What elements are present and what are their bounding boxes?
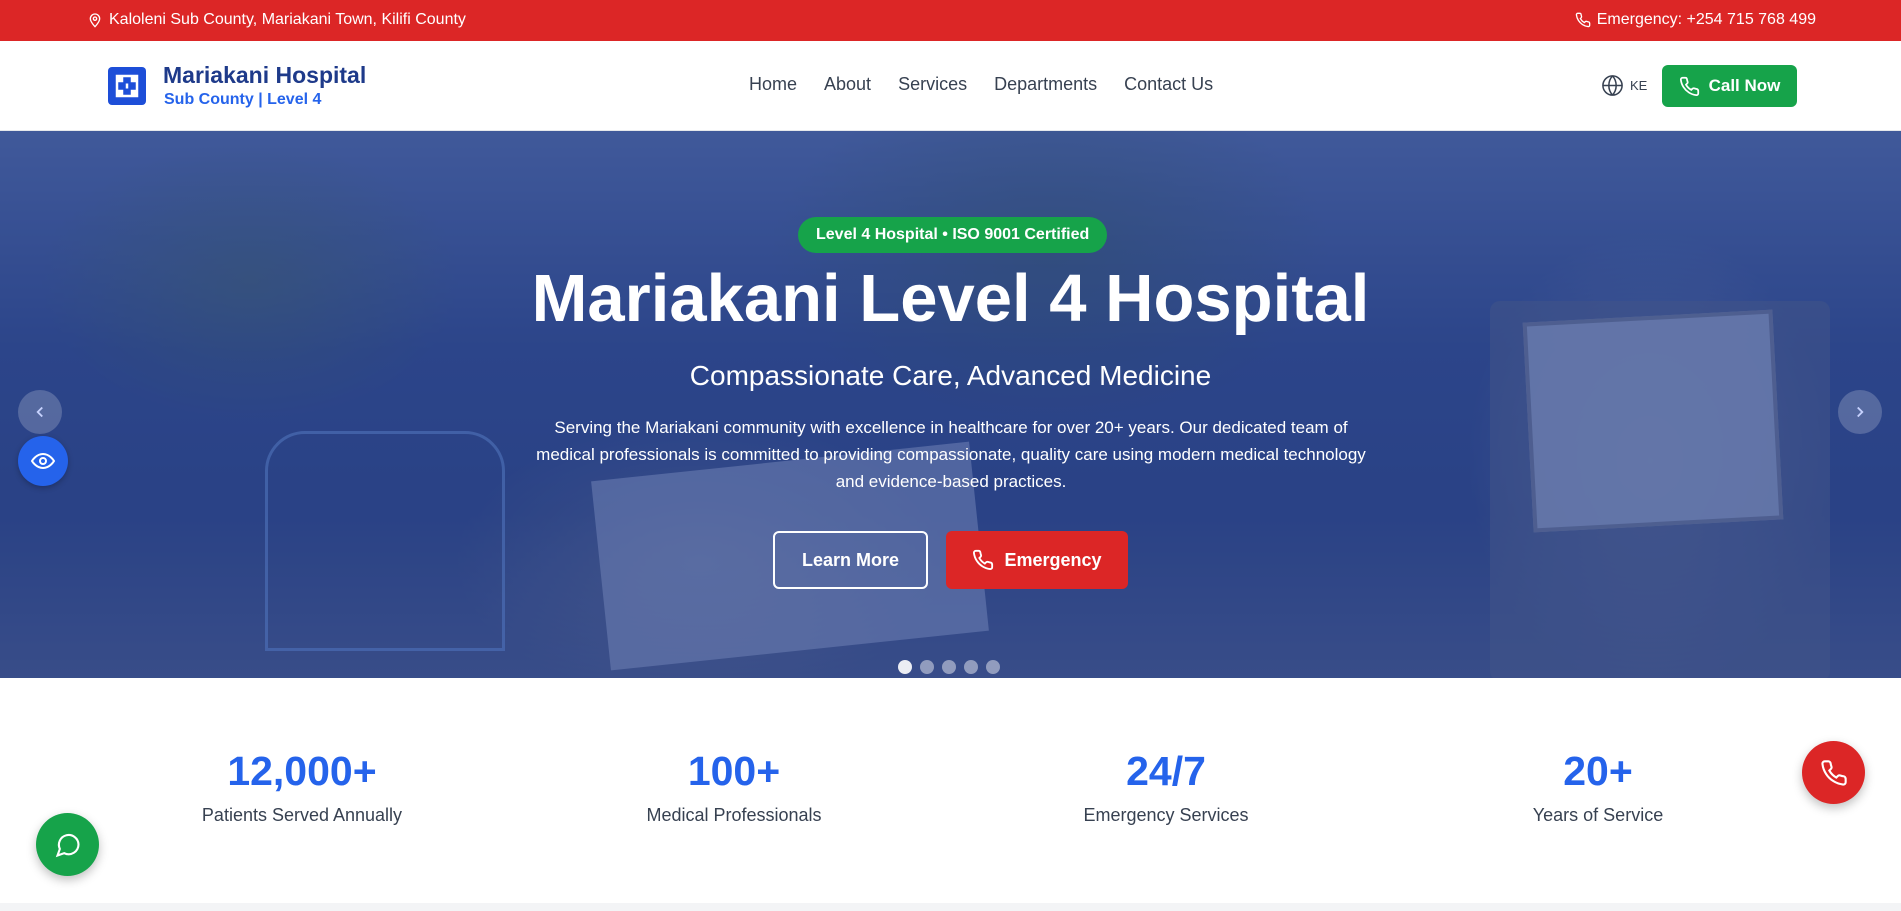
language-switcher[interactable]: KE (1601, 74, 1647, 97)
slide-dot-2[interactable] (920, 660, 934, 674)
stat-label: Medical Professionals (646, 805, 822, 825)
slide-indicators (898, 660, 1000, 674)
location-text: Kaloleni Sub County, Mariakani Town, Kil… (109, 11, 466, 28)
section-divider (0, 903, 1901, 911)
site-header: Mariakani Hospital Sub County | Level 4 … (0, 41, 1901, 131)
location-info: Kaloleni Sub County, Mariakani Town, Kil… (87, 11, 466, 29)
stat-emergency: 24/7 Emergency Services (1016, 748, 1316, 826)
call-now-label: Call Now (1708, 76, 1781, 95)
map-pin-icon (89, 13, 101, 28)
emergency-contact[interactable]: Emergency: +254 715 768 499 (1575, 11, 1816, 29)
stat-label: Years of Service (1532, 805, 1664, 825)
language-code: KE (1630, 78, 1648, 93)
stat-value: 12,000+ (227, 748, 377, 794)
accessibility-button[interactable] (18, 436, 68, 486)
stat-label: Patients Served Annually (201, 805, 403, 825)
floating-call-button[interactable] (1802, 741, 1865, 804)
learn-more-button[interactable]: Learn More (773, 531, 928, 589)
certification-badge: Level 4 Hospital • ISO 9001 Certified (798, 217, 1108, 253)
stat-label: Emergency Services (1083, 805, 1249, 825)
nav-services[interactable]: Services (898, 74, 967, 95)
brand-title[interactable]: Mariakani Hospital (163, 62, 366, 89)
hospital-logo-icon[interactable] (108, 67, 146, 105)
slide-dot-4[interactable] (964, 660, 978, 674)
next-slide-button[interactable] (1838, 390, 1882, 434)
stat-professionals: 100+ Medical Professionals (584, 748, 884, 826)
stats-section: 12,000+ Patients Served Annually 100+ Me… (0, 678, 1901, 903)
emergency-label: Emergency (1004, 549, 1102, 570)
call-now-button[interactable]: Call Now (1662, 65, 1797, 107)
emergency-number: Emergency: +254 715 768 499 (1596, 11, 1816, 28)
hero-description: Serving the Mariakani community with exc… (536, 418, 1366, 491)
top-bar: Kaloleni Sub County, Mariakani Town, Kil… (0, 0, 1901, 41)
hero-content: Level 4 Hospital • ISO 9001 Certified Ma… (0, 131, 1901, 678)
eye-icon (31, 452, 55, 470)
phone-icon (1679, 76, 1699, 96)
slide-dot-3[interactable] (942, 660, 956, 674)
hero-slider: Level 4 Hospital • ISO 9001 Certified Ma… (0, 131, 1901, 678)
hero-tagline: Compassionate Care, Advanced Medicine (689, 360, 1212, 391)
chevron-right-icon (1857, 406, 1864, 418)
stat-patients: 12,000+ Patients Served Annually (152, 748, 452, 826)
chat-icon (55, 833, 80, 857)
nav-about[interactable]: About (824, 74, 871, 95)
slide-dot-1[interactable] (898, 660, 912, 674)
hero-title: Mariakani Level 4 Hospital (531, 261, 1370, 336)
emergency-button[interactable]: Emergency (946, 531, 1128, 589)
nav-departments[interactable]: Departments (994, 74, 1097, 95)
stat-value: 20+ (1563, 748, 1633, 794)
prev-slide-button[interactable] (18, 390, 62, 434)
floating-chat-button[interactable] (36, 813, 99, 876)
chevron-left-icon (36, 406, 43, 418)
brand-subtitle: Sub County | Level 4 (164, 91, 322, 108)
globe-icon (1602, 75, 1623, 96)
slide-dot-5[interactable] (986, 660, 1000, 674)
main-nav: Home About Services Departments Contact … (749, 74, 1240, 95)
nav-home[interactable]: Home (749, 74, 797, 95)
stat-years: 20+ Years of Service (1448, 748, 1748, 826)
phone-icon (973, 549, 994, 570)
nav-contact-us[interactable]: Contact Us (1124, 74, 1213, 95)
stat-value: 24/7 (1126, 748, 1206, 794)
phone-icon (1575, 12, 1591, 28)
phone-icon (1820, 759, 1847, 786)
stat-value: 100+ (687, 748, 781, 794)
